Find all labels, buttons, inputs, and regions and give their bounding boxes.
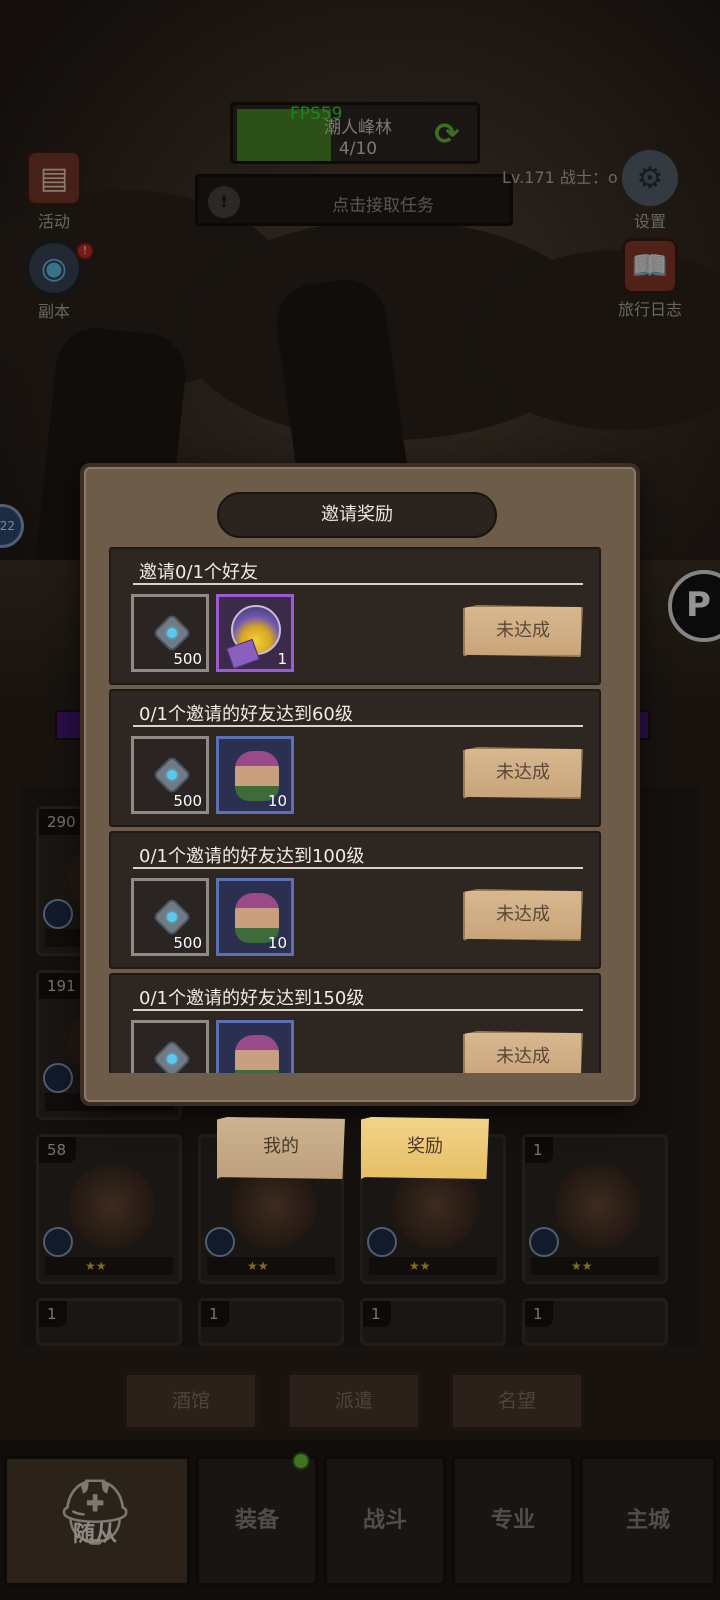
reward-item-slot[interactable]: 500 (131, 878, 209, 956)
reward-item-slot[interactable] (216, 1020, 294, 1073)
reward-condition: 0/1个邀请的好友达到100级 (139, 846, 365, 867)
item-quantity: 500 (173, 934, 202, 952)
gem-icon (152, 613, 192, 653)
claim-button[interactable]: 未达成 (463, 747, 583, 799)
rewards-tab[interactable]: 奖励 (361, 1117, 489, 1179)
item-quantity: 500 (173, 792, 202, 810)
claim-button[interactable]: 未达成 (463, 1031, 583, 1073)
reward-item-slot[interactable]: 500 (131, 594, 209, 672)
reward-item-slot[interactable]: 500 (131, 736, 209, 814)
invite-reward-dialog: 邀请奖励 邀请0/1个好友 500 1 未达成 0/1个邀请的好友达到60级 5… (80, 463, 640, 1106)
item-quantity: 500 (173, 650, 202, 668)
gem-icon (152, 755, 192, 795)
claim-button[interactable]: 未达成 (463, 605, 583, 657)
reward-item-slot[interactable]: 10 (216, 736, 294, 814)
reward-row: 0/1个邀请的好友达到150级 未达成 (109, 973, 601, 1073)
gem-icon (152, 897, 192, 937)
divider (133, 1009, 583, 1011)
item-quantity: 10 (267, 934, 287, 952)
reward-item-slot[interactable]: 1 (216, 594, 294, 672)
reward-row: 邀请0/1个好友 500 1 未达成 (109, 547, 601, 685)
item-quantity: 10 (267, 792, 287, 810)
divider (133, 867, 583, 869)
reward-item-slot[interactable]: 10 (216, 878, 294, 956)
divider (133, 583, 583, 585)
divider (133, 725, 583, 727)
dialog-title: 邀请奖励 (217, 492, 497, 538)
reward-item-slot[interactable] (131, 1020, 209, 1073)
my-invites-tab[interactable]: 我的 (217, 1117, 345, 1179)
item-quantity: 1 (277, 650, 287, 668)
reward-condition: 0/1个邀请的好友达到60级 (139, 704, 353, 725)
reward-row: 0/1个邀请的好友达到60级 500 10 未达成 (109, 689, 601, 827)
reward-condition: 邀请0/1个好友 (139, 562, 258, 583)
claim-button[interactable]: 未达成 (463, 889, 583, 941)
hero-token-icon (235, 1035, 279, 1073)
gem-icon (152, 1039, 192, 1073)
reward-row: 0/1个邀请的好友达到100级 500 10 未达成 (109, 831, 601, 969)
reward-condition: 0/1个邀请的好友达到150级 (139, 988, 365, 1009)
reward-list[interactable]: 邀请0/1个好友 500 1 未达成 0/1个邀请的好友达到60级 500 10… (109, 547, 601, 1073)
